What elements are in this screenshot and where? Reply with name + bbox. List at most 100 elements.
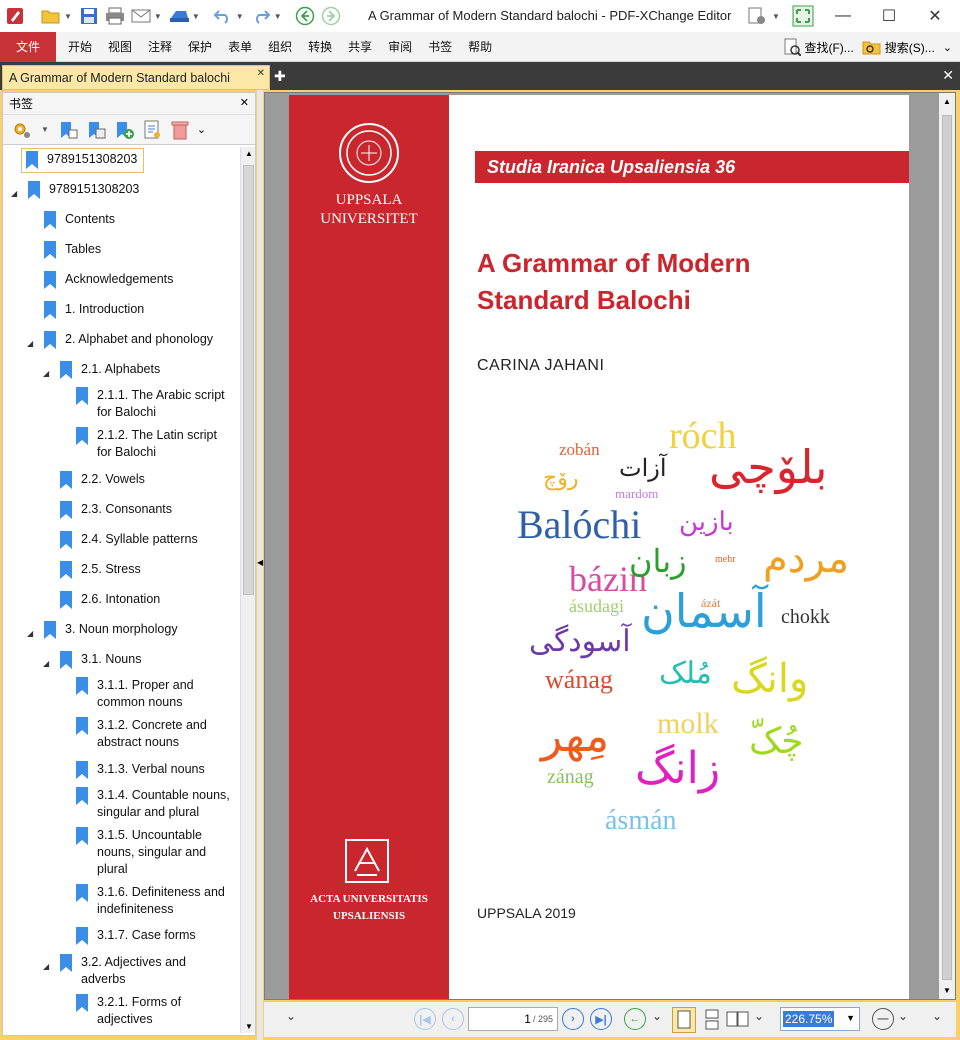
tab-close-icon[interactable]: ✕ (257, 68, 265, 79)
bookmark-item[interactable]: 9789151308203 (21, 148, 145, 173)
tree-expand-toggle-icon[interactable]: ◢ (43, 365, 53, 378)
zoom-dropdown-chevron-icon[interactable]: ⌄ (898, 1009, 908, 1023)
menu-convert[interactable]: 转换 (300, 38, 340, 55)
previous-view-button[interactable]: ← (624, 1008, 646, 1030)
bookmark-item[interactable]: 3.1.6. Definiteness and indefiniteness (75, 884, 225, 918)
panel-close-icon[interactable]: ✕ (240, 96, 249, 109)
bookmark-item[interactable]: ◢ 3.1. Nouns (43, 651, 141, 670)
bookmark-options-gear-icon[interactable] (11, 119, 33, 141)
bookmark-item[interactable]: ◢ 3. Noun morphology (27, 621, 178, 640)
customize-toolbar-icon[interactable] (746, 5, 768, 27)
tree-expand-toggle-icon[interactable]: ◢ (27, 625, 37, 638)
bookmark-item[interactable]: 3.1.2. Concrete and abstract nouns (75, 717, 207, 751)
minimize-button[interactable]: — (820, 0, 866, 32)
search-button[interactable]: 搜索(S)... (862, 38, 935, 56)
bookmark-item[interactable]: 2.3. Consonants (59, 501, 172, 520)
add-child-bookmark-icon[interactable] (85, 119, 107, 141)
menu-view[interactable]: 视图 (100, 38, 140, 55)
bookmark-item[interactable]: 2.5. Stress (59, 561, 141, 580)
status-options-icon[interactable]: ⌄ (286, 1009, 296, 1023)
bookmark-item[interactable]: Tables (43, 241, 101, 260)
close-document-icon[interactable]: ✕ (942, 67, 954, 84)
menu-protect[interactable]: 保护 (180, 38, 220, 55)
bookmarks-scroll-thumb[interactable] (243, 165, 254, 595)
toolbar-overflow-icon[interactable]: ⌄ (197, 123, 206, 136)
bookmark-item[interactable]: ◢ 3.2. Adjectives and adverbs (43, 954, 186, 988)
first-page-button[interactable]: |◀ (414, 1008, 436, 1030)
undo-icon[interactable] (212, 5, 234, 27)
maximize-button[interactable]: ☐ (866, 0, 912, 32)
prev-view-dropdown-icon[interactable]: ⌄ (652, 1009, 662, 1023)
continuous-view-icon[interactable] (702, 1009, 722, 1034)
new-bookmark-plus-icon[interactable] (113, 119, 135, 141)
options-dropdown-icon[interactable]: ▼ (41, 125, 49, 134)
ribbon-collapse-icon[interactable]: ⌄ (943, 41, 952, 54)
menu-share[interactable]: 共享 (340, 38, 380, 55)
undo-dropdown-icon[interactable]: ▼ (236, 12, 244, 21)
zoom-out-button[interactable]: — (872, 1008, 894, 1030)
bookmark-item[interactable]: ◢ 2.1. Alphabets (43, 361, 160, 380)
menu-help[interactable]: 帮助 (460, 38, 500, 55)
bookmark-item[interactable]: Acknowledgements (43, 271, 173, 290)
redo-icon[interactable] (250, 5, 272, 27)
redo-dropdown-icon[interactable]: ▼ (274, 12, 282, 21)
zoom-dropdown-icon[interactable]: ▼ (846, 1013, 855, 1023)
bookmark-item[interactable]: 3.2.1. Forms of adjectives (75, 994, 181, 1028)
scan-icon[interactable] (168, 5, 190, 27)
forward-icon[interactable] (320, 5, 342, 27)
menu-form[interactable]: 表单 (220, 38, 260, 55)
bookmark-item[interactable]: 3.1.7. Case forms (75, 927, 196, 946)
find-button[interactable]: 查找(F)... (783, 38, 854, 56)
scroll-up-icon[interactable]: ▲ (245, 149, 253, 158)
bookmark-item[interactable]: ◢ 2. Alphabet and phonology (27, 331, 213, 350)
tree-expand-toggle-icon[interactable]: ◢ (27, 335, 37, 348)
panel-splitter[interactable]: ◀ (257, 90, 263, 1040)
viewer-scroll-down-icon[interactable]: ▼ (943, 986, 951, 995)
bookmark-item[interactable]: Contents (43, 211, 115, 230)
bookmark-item[interactable]: 2.1.2. The Latin script for Balochi (75, 427, 217, 461)
app-icon[interactable] (4, 5, 26, 27)
viewer-scroll-thumb[interactable] (942, 115, 952, 980)
menu-home[interactable]: 开始 (60, 38, 100, 55)
email-dropdown-icon[interactable]: ▼ (154, 12, 162, 21)
bookmark-item[interactable]: 2.2. Vowels (59, 471, 145, 490)
document-viewer[interactable]: UPPSALA UNIVERSITET Studia Iranica Upsal… (264, 92, 956, 1000)
page-number-field[interactable]: 1 / 295 (468, 1007, 558, 1031)
single-page-view-icon[interactable] (672, 1007, 696, 1033)
document-tab[interactable]: A Grammar of Modern Standard balochi ✕ (2, 65, 270, 90)
tree-expand-toggle-icon[interactable]: ◢ (43, 958, 53, 971)
close-button[interactable]: ✕ (912, 0, 958, 32)
bookmark-item[interactable]: ◢ 9789151308203 (11, 181, 139, 200)
menu-file[interactable]: 文件 (0, 31, 56, 62)
last-page-button[interactable]: ▶| (590, 1008, 612, 1030)
bookmark-item[interactable]: 2.1.1. The Arabic script for Balochi (75, 387, 225, 421)
bookmark-properties-icon[interactable] (141, 119, 163, 141)
open-folder-icon[interactable] (40, 5, 62, 27)
tree-expand-toggle-icon[interactable]: ◢ (43, 655, 53, 668)
bookmarks-scrollbar[interactable]: ▲ ▼ (240, 147, 255, 1033)
menu-comment[interactable]: 注释 (140, 38, 180, 55)
bookmark-item[interactable]: 3.1.1. Proper and common nouns (75, 677, 194, 711)
viewer-scroll-up-icon[interactable]: ▲ (943, 97, 951, 106)
status-overflow-icon[interactable]: ⌄ (932, 1009, 942, 1023)
new-tab-icon[interactable]: ✚ (274, 68, 286, 85)
scroll-down-icon[interactable]: ▼ (245, 1022, 253, 1031)
customize-dropdown-icon[interactable]: ▼ (772, 12, 780, 21)
scan-dropdown-icon[interactable]: ▼ (192, 12, 200, 21)
bookmark-item[interactable]: 2.4. Syllable patterns (59, 531, 198, 550)
add-bookmark-icon[interactable] (57, 119, 79, 141)
view-mode-dropdown-icon[interactable]: ⌄ (754, 1009, 764, 1023)
bookmark-item[interactable]: 2.6. Intonation (59, 591, 160, 610)
delete-bookmark-icon[interactable] (169, 119, 191, 141)
facing-view-icon[interactable] (726, 1009, 750, 1034)
bookmark-item[interactable]: 3.1.3. Verbal nouns (75, 761, 205, 780)
fullscreen-icon[interactable] (792, 5, 814, 27)
back-icon[interactable] (294, 5, 316, 27)
zoom-field[interactable]: 226.75% ▼ (780, 1007, 860, 1031)
bookmark-item[interactable]: 3.1.5. Uncountable nouns, singular and plu… (75, 827, 206, 878)
viewer-vertical-scrollbar[interactable]: ▲ ▼ (939, 93, 955, 999)
print-icon[interactable] (104, 5, 126, 27)
save-icon[interactable] (78, 5, 100, 27)
menu-review[interactable]: 审阅 (380, 38, 420, 55)
bookmark-item[interactable]: 1. Introduction (43, 301, 144, 320)
